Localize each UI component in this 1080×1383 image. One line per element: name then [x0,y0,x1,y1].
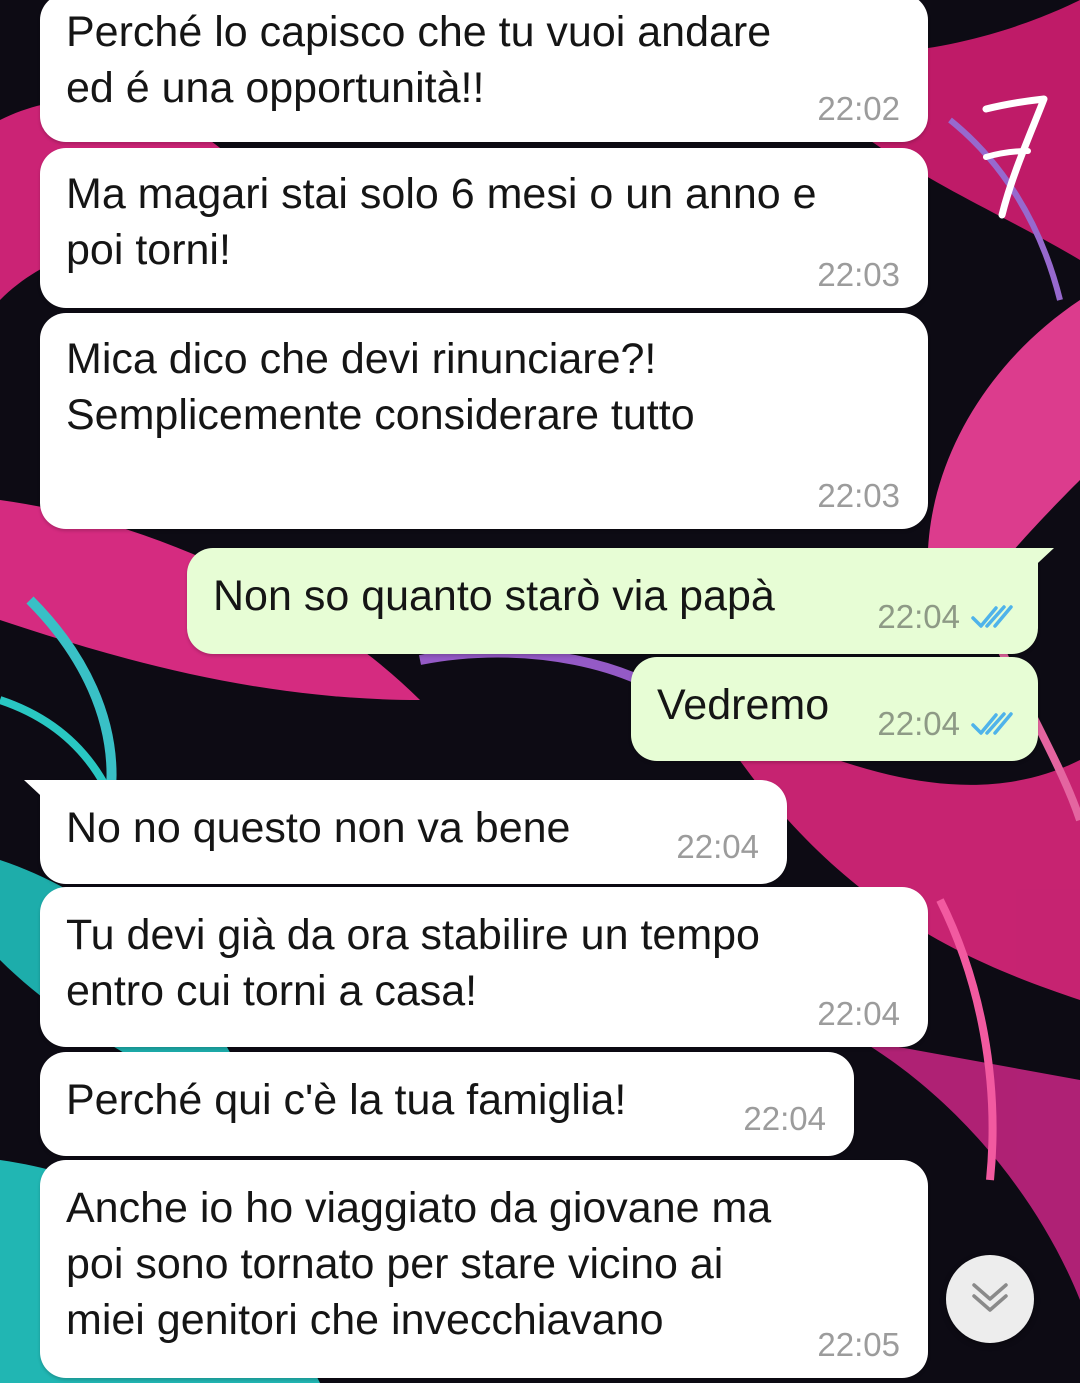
chat-message-list[interactable]: Perché lo capisco che tu vuoi andare ed … [0,0,1080,1383]
double-check-icon [970,710,1014,738]
message-time: 22:04 [877,598,1014,636]
message-time: 22:04 [743,1100,826,1138]
message-text: Perché qui c'è la tua famiglia! [66,1076,627,1124]
message-timestamp: 22:04 [817,995,900,1032]
message-text: Anche io ho viaggiato da giovane ma poi … [66,1184,772,1344]
message-timestamp: 22:04 [877,705,960,742]
message-timestamp: 22:04 [743,1100,826,1137]
message-timestamp: 22:03 [817,477,900,514]
message-timestamp: 22:02 [817,90,900,127]
incoming-message[interactable]: Tu devi già da ora stabilire un tempo en… [40,887,928,1047]
message-time: 22:02 [817,90,900,128]
incoming-message[interactable]: Anche io ho viaggiato da giovane ma poi … [40,1160,928,1378]
message-text: No no questo non va bene [66,804,571,852]
message-time: 22:04 [817,995,900,1033]
message-text: Mica dico che devi rinunciare?! Semplice… [66,335,695,439]
message-time: 22:05 [817,1326,900,1364]
incoming-message[interactable]: No no questo non va bene 22:04 [24,780,787,884]
incoming-message[interactable]: Perché lo capisco che tu vuoi andare ed … [40,0,928,142]
message-timestamp: 22:05 [817,1326,900,1363]
message-timestamp: 22:04 [676,828,759,865]
incoming-message[interactable]: Mica dico che devi rinunciare?! Semplice… [40,313,928,529]
message-text: Ma magari stai solo 6 mesi o un anno e p… [66,170,817,274]
message-time: 22:04 [877,705,1014,743]
message-time: 22:03 [817,477,900,515]
message-text: Perché lo capisco che tu vuoi andare ed … [66,8,772,112]
outgoing-message[interactable]: Non so quanto starò via papà 22:04 [187,548,1054,654]
bubble-tail [24,780,54,808]
double-check-icon [970,603,1014,631]
bubble-tail [1024,548,1054,576]
outgoing-message[interactable]: Vedremo 22:04 [631,657,1038,761]
page-number-annotation: 7 [980,95,1050,225]
message-timestamp: 22:04 [877,598,960,635]
message-timestamp: 22:03 [817,256,900,293]
chevron-double-down-icon [969,1280,1011,1319]
scroll-to-bottom-button[interactable] [946,1255,1034,1343]
message-text: Tu devi già da ora stabilire un tempo en… [66,911,760,1015]
incoming-message[interactable]: Perché qui c'è la tua famiglia! 22:04 [40,1052,854,1156]
message-time: 22:04 [676,828,759,866]
incoming-message[interactable]: Ma magari stai solo 6 mesi o un anno e p… [40,148,928,308]
message-time: 22:03 [817,256,900,294]
